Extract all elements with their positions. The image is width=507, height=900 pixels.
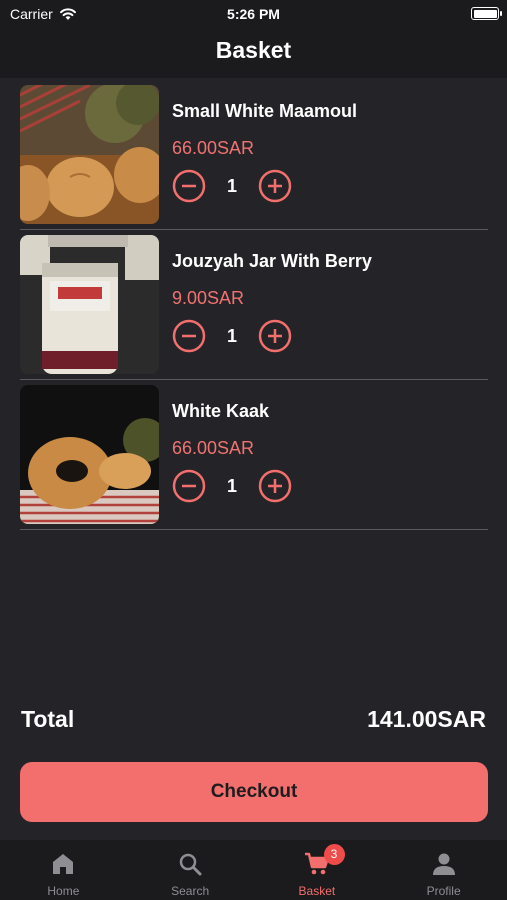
- basket-item: Jouzyah Jar With Berry 9.00SAR 1: [20, 230, 488, 380]
- status-bar: Carrier 5:26 PM: [0, 0, 507, 28]
- tab-label: Home: [47, 884, 80, 898]
- basket-item: White Kaak 66.00SAR 1: [20, 380, 488, 530]
- basket-screen: Carrier 5:26 PM Basket Small White Maamo…: [0, 0, 507, 900]
- checkout-button[interactable]: Checkout: [20, 762, 488, 822]
- quantity-value: 1: [226, 475, 237, 496]
- status-time: 5:26 PM: [227, 6, 280, 22]
- decrease-quantity-button[interactable]: [172, 469, 206, 503]
- product-name: Jouzyah Jar With Berry: [172, 251, 372, 271]
- basket-item: Small White Maamoul 66.00SAR 1: [20, 80, 488, 230]
- increase-quantity-button[interactable]: [258, 469, 292, 503]
- increase-quantity-button[interactable]: [258, 169, 292, 203]
- product-price: 66.00SAR: [172, 138, 255, 158]
- search-icon: [179, 853, 202, 876]
- quantity-stepper: 1: [172, 468, 292, 504]
- decrease-quantity-button[interactable]: [172, 169, 206, 203]
- tab-label: Profile: [426, 884, 461, 898]
- product-price: 66.00SAR: [172, 438, 255, 458]
- product-name: White Kaak: [172, 401, 270, 421]
- page-title: Basket: [215, 37, 292, 63]
- cart-count-badge: 3: [323, 844, 345, 865]
- top-bar: Carrier 5:26 PM Basket: [0, 0, 507, 78]
- tab-label: Search: [171, 884, 210, 898]
- product-image-jouzyah-jar[interactable]: [20, 235, 159, 374]
- quantity-value: 1: [226, 325, 237, 346]
- increase-quantity-button[interactable]: [258, 319, 292, 353]
- person-icon: [432, 853, 455, 875]
- total-label: Total: [21, 706, 75, 732]
- product-price: 9.00SAR: [172, 288, 245, 308]
- home-icon: [53, 854, 74, 874]
- tab-basket[interactable]: 3 Basket: [254, 840, 381, 900]
- tab-label: Basket: [298, 884, 336, 898]
- quantity-stepper: 1: [172, 318, 292, 354]
- tab-search[interactable]: Search: [127, 840, 254, 900]
- product-name: Small White Maamoul: [172, 101, 358, 121]
- decrease-quantity-button[interactable]: [172, 319, 206, 353]
- quantity-stepper: 1: [172, 168, 292, 204]
- product-image-maamoul[interactable]: [20, 85, 159, 224]
- tab-home[interactable]: Home: [0, 840, 127, 900]
- tab-profile[interactable]: Profile: [380, 840, 507, 900]
- battery-icon: [471, 7, 502, 20]
- product-image-white-kaak[interactable]: [20, 385, 159, 524]
- tab-bar: Home Search 3 Basket Profile: [0, 840, 507, 900]
- total-value: 141.00SAR: [367, 706, 486, 732]
- quantity-value: 1: [226, 175, 237, 196]
- basket-list: Small White Maamoul 66.00SAR 1 Jouzyah J…: [20, 80, 488, 530]
